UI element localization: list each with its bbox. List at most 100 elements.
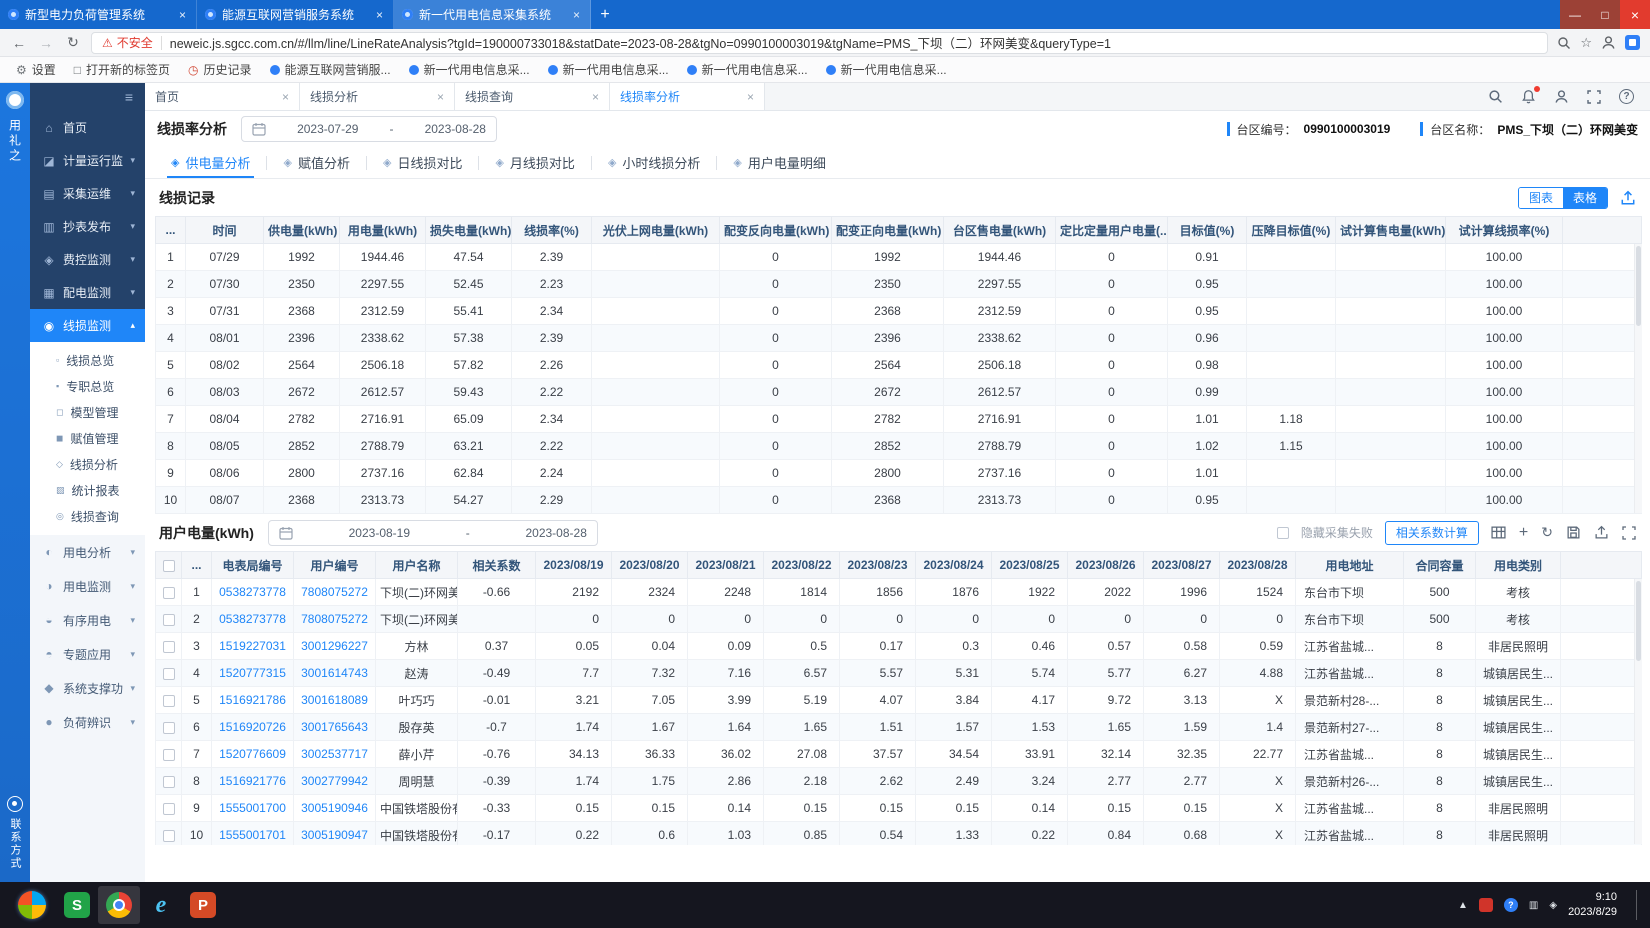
scrollbar-thumb[interactable] <box>1636 246 1641 326</box>
row-checkbox[interactable] <box>163 614 175 626</box>
minimize-button[interactable]: — <box>1560 0 1590 29</box>
workspace-tab[interactable]: 首页× <box>145 83 300 110</box>
taskbar-ie-icon[interactable]: e <box>140 886 182 924</box>
sidebar-subitem[interactable]: ▪专职总览 <box>30 373 145 399</box>
cell-link[interactable]: 1519227031 <box>219 639 286 653</box>
sidebar-subitem[interactable]: ▫线损总览 <box>30 347 145 373</box>
table-view-button[interactable]: 表格 <box>1563 188 1607 208</box>
sidebar-item[interactable]: ◪计量运行监测▾ <box>30 144 145 177</box>
new-tab-button[interactable]: + <box>591 0 619 29</box>
cell-link[interactable]: 1516921776 <box>219 774 286 788</box>
sidebar-item[interactable]: ◆系统支撑功能▾ <box>30 671 145 705</box>
workspace-tab[interactable]: 线损分析× <box>300 83 455 110</box>
tray-volume-icon[interactable]: ◈ <box>1549 900 1557 911</box>
cell-link[interactable]: 3001618089 <box>301 693 368 707</box>
subtab[interactable]: ◈用户电量明细 <box>717 147 841 178</box>
sidebar-item[interactable]: ▦配电监测▾ <box>30 276 145 309</box>
cell-link[interactable]: 1555001701 <box>219 828 286 842</box>
cell-link[interactable]: 1520777315 <box>219 666 286 680</box>
tray-network-icon[interactable]: ▥ <box>1529 900 1538 911</box>
table-scrollbar[interactable] <box>1634 579 1642 844</box>
bookmark-item[interactable]: 新一代用电信息采... <box>679 59 816 80</box>
correlation-calc-button[interactable]: 相关系数计算 <box>1385 521 1479 545</box>
row-checkbox[interactable] <box>163 722 175 734</box>
tab-close-icon[interactable]: × <box>437 90 444 104</box>
user-icon[interactable] <box>1554 89 1569 104</box>
cell-link[interactable]: 1516921786 <box>219 693 286 707</box>
row-checkbox[interactable] <box>163 830 175 842</box>
cell-link[interactable]: 3002779942 <box>301 774 368 788</box>
sidebar-item[interactable]: ◒有序用电▾ <box>30 603 145 637</box>
add-icon[interactable]: + <box>1519 524 1528 542</box>
sidebar-item[interactable]: ⌂首页 <box>30 111 145 144</box>
cell-link[interactable]: 1555001700 <box>219 801 286 815</box>
workspace-tab[interactable]: 线损率分析× <box>610 83 765 110</box>
sidebar-item[interactable]: ◉线损监测▴ <box>30 309 145 342</box>
browser-tab[interactable]: 新一代用电信息采集系统× <box>394 0 591 29</box>
sidebar-item[interactable]: ▥抄表发布▾ <box>30 210 145 243</box>
taskbar-clock[interactable]: 9:10 2023/8/29 <box>1568 890 1617 920</box>
tray-app-icon[interactable] <box>1479 898 1493 912</box>
bookmark-item[interactable]: ◷历史记录 <box>180 59 260 80</box>
browser-tab[interactable]: 能源互联网营销服务系统× <box>197 0 394 29</box>
row-checkbox[interactable] <box>163 695 175 707</box>
date-end-value[interactable]: 2023-08-28 <box>525 526 586 540</box>
taskbar-powerpoint-icon[interactable]: P <box>182 886 224 924</box>
hide-failed-checkbox[interactable] <box>1277 527 1289 539</box>
reload-icon[interactable]: ↻ <box>64 34 82 51</box>
search-icon[interactable] <box>1488 89 1503 104</box>
cell-link[interactable]: 7808075272 <box>301 612 368 626</box>
date-end-value[interactable]: 2023-08-28 <box>425 122 486 136</box>
start-button[interactable] <box>18 891 46 919</box>
forward-icon[interactable]: → <box>37 35 55 51</box>
extension-icon[interactable] <box>1625 35 1640 50</box>
row-checkbox[interactable] <box>163 668 175 680</box>
bookmark-item[interactable]: □打开新的标签页 <box>66 59 178 80</box>
bookmark-item[interactable]: 能源互联网营销服... <box>262 59 399 80</box>
cell-link[interactable]: 3002537717 <box>301 747 368 761</box>
browser-tab[interactable]: 新型电力负荷管理系统× <box>0 0 197 29</box>
subtab[interactable]: ◈日线损对比 <box>367 147 478 178</box>
refresh-icon[interactable]: ↻ <box>1541 524 1553 541</box>
sidebar-item[interactable]: ◑用电监测▾ <box>30 569 145 603</box>
taskbar-wps-icon[interactable]: S <box>56 886 98 924</box>
cell-link[interactable]: 3005190947 <box>301 828 368 842</box>
sidebar-subitem[interactable]: ◻模型管理 <box>30 399 145 425</box>
fullscreen-icon[interactable] <box>1622 526 1636 540</box>
tab-close-icon[interactable]: × <box>374 8 385 22</box>
tab-close-icon[interactable]: × <box>282 90 289 104</box>
select-all-checkbox[interactable] <box>163 560 175 572</box>
cell-link[interactable]: 3001614743 <box>301 666 368 680</box>
taskbar-chrome-icon[interactable] <box>98 886 140 924</box>
export-icon[interactable] <box>1620 190 1636 206</box>
tab-close-icon[interactable]: × <box>592 90 599 104</box>
save-icon[interactable] <box>1566 525 1581 540</box>
sidebar-item[interactable]: ▤采集运维▾ <box>30 177 145 210</box>
bookmark-item[interactable]: ⚙设置 <box>8 59 64 80</box>
subtab[interactable]: ◈小时线损分析 <box>592 147 716 178</box>
row-checkbox[interactable] <box>163 803 175 815</box>
bookmark-item[interactable]: 新一代用电信息采... <box>401 59 538 80</box>
chart-view-button[interactable]: 图表 <box>1519 188 1563 208</box>
show-desktop-button[interactable] <box>1636 890 1644 920</box>
security-chip[interactable]: ⚠ 不安全 <box>102 34 153 51</box>
bell-icon[interactable] <box>1521 89 1536 104</box>
scrollbar-thumb[interactable] <box>1636 581 1641 661</box>
cell-link[interactable]: 3001296227 <box>301 639 368 653</box>
subtab[interactable]: ◈供电量分析 <box>155 147 266 178</box>
cell-link[interactable]: 0538273778 <box>219 612 286 626</box>
cell-link[interactable]: 1516920726 <box>219 720 286 734</box>
bookmark-item[interactable]: 新一代用电信息采... <box>540 59 677 80</box>
cell-link[interactable]: 1520776609 <box>219 747 286 761</box>
tab-close-icon[interactable]: × <box>571 8 582 22</box>
cell-link[interactable]: 3005190946 <box>301 801 368 815</box>
tray-help-icon[interactable]: ? <box>1504 898 1518 912</box>
sidebar-item[interactable]: ◓专题应用▾ <box>30 637 145 671</box>
row-checkbox[interactable] <box>163 641 175 653</box>
bookmark-star-icon[interactable]: ☆ <box>1580 35 1592 51</box>
contact-widget[interactable]: 联系方式 <box>7 796 23 870</box>
sidebar-subitem[interactable]: ◎线损查询 <box>30 503 145 529</box>
sidebar-subitem[interactable]: ▨统计报表 <box>30 477 145 503</box>
close-window-button[interactable]: × <box>1620 0 1650 29</box>
tab-close-icon[interactable]: × <box>177 8 188 22</box>
